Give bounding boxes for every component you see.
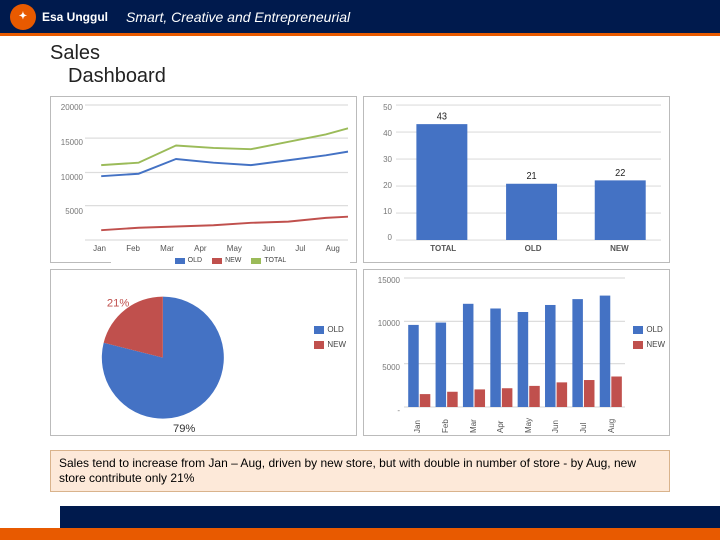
plot-area: 43 21 22	[396, 105, 661, 240]
insight-note: Sales tend to increase from Jan – Aug, d…	[50, 450, 670, 492]
bar-old	[506, 184, 557, 240]
bar-new	[595, 180, 646, 240]
logo-icon: ✦	[10, 4, 36, 30]
legend: OLD NEW	[633, 325, 665, 349]
slogan: Smart, Creative and Entrepreneurial	[126, 9, 350, 25]
title-line2: Dashboard	[50, 65, 670, 88]
y-axis: 20000 15000 10000 5000	[53, 103, 83, 242]
dashboard-grid: 20000 15000 10000 5000 Jan Feb Mar Apr	[50, 96, 670, 436]
legend: OLD NEW	[314, 325, 346, 349]
label-old: 79%	[173, 423, 195, 435]
x-axis: TOTAL OLD NEW	[396, 244, 663, 258]
chart-pie-share: 21% 79% OLD NEW	[50, 269, 357, 436]
series-total	[101, 128, 348, 165]
app-header: ✦ Esa Unggul Smart, Creative and Entrepr…	[0, 0, 720, 36]
series-bars	[408, 296, 622, 407]
svg-text:21: 21	[526, 171, 536, 183]
x-axis: Jan Feb Mar Apr May Jun Jul Aug	[83, 244, 350, 258]
y-axis: 50 40 30 20 10 0	[370, 103, 392, 242]
y-axis: 15000 10000 5000 -	[366, 276, 400, 415]
plot-area: 21% 79%	[51, 270, 356, 435]
chart-bar-grouped: 15000 10000 5000 -	[363, 269, 670, 436]
chart-bar-counts: 50 40 30 20 10 0 43 21 22 TO	[363, 96, 670, 263]
bar-total	[416, 124, 467, 240]
svg-text:43: 43	[437, 111, 447, 123]
label-new: 21%	[107, 298, 129, 310]
x-axis: Jan Feb Mar Apr May Jun Jul Aug	[404, 409, 625, 433]
legend: OLD NEW TOTAL	[111, 257, 350, 264]
footer	[0, 500, 720, 540]
series-new	[101, 217, 348, 231]
title-line1: Sales	[50, 42, 670, 65]
plot-area	[85, 105, 348, 240]
plot-area	[404, 278, 625, 407]
chart-line-sales: 20000 15000 10000 5000 Jan Feb Mar Apr	[50, 96, 357, 263]
logo-text: Esa Unggul	[42, 10, 108, 24]
svg-text:22: 22	[615, 167, 625, 179]
page-title: Sales Dashboard	[0, 36, 720, 88]
